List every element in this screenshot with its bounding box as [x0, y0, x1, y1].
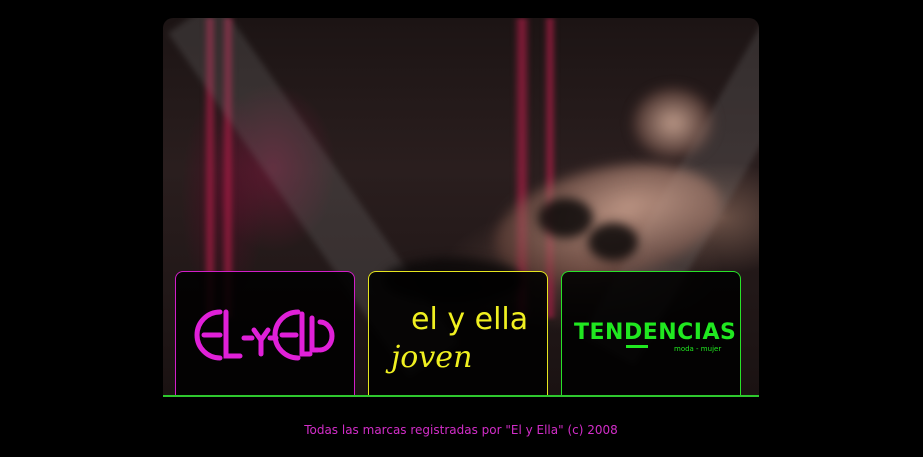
tendencias-logo: TENDENCIAS moda - mujer	[574, 320, 736, 353]
el-y-ella-logo	[194, 309, 335, 360]
joven-logo-line1: el y ella	[411, 302, 528, 337]
brand-link-el-y-ella[interactable]	[175, 271, 355, 397]
tendencias-logo-text: TENDENCIAS	[574, 320, 736, 345]
tendencias-tagline: moda - mujer	[674, 345, 721, 353]
garment-shape	[588, 223, 638, 261]
accent-divider	[163, 395, 759, 397]
brand-link-tendencias[interactable]: TENDENCIAS moda - mujer	[561, 271, 741, 397]
joven-logo-line2: joven	[385, 340, 472, 375]
copyright-footer: Todas las marcas registradas por "El y E…	[304, 423, 618, 437]
garment-shape	[538, 198, 593, 238]
el-y-ella-joven-logo: el y ella joven	[385, 302, 528, 375]
logo-underline-decor	[626, 344, 648, 348]
brand-link-el-y-ella-joven[interactable]: el y ella joven	[368, 271, 548, 397]
model-head	[633, 88, 713, 158]
